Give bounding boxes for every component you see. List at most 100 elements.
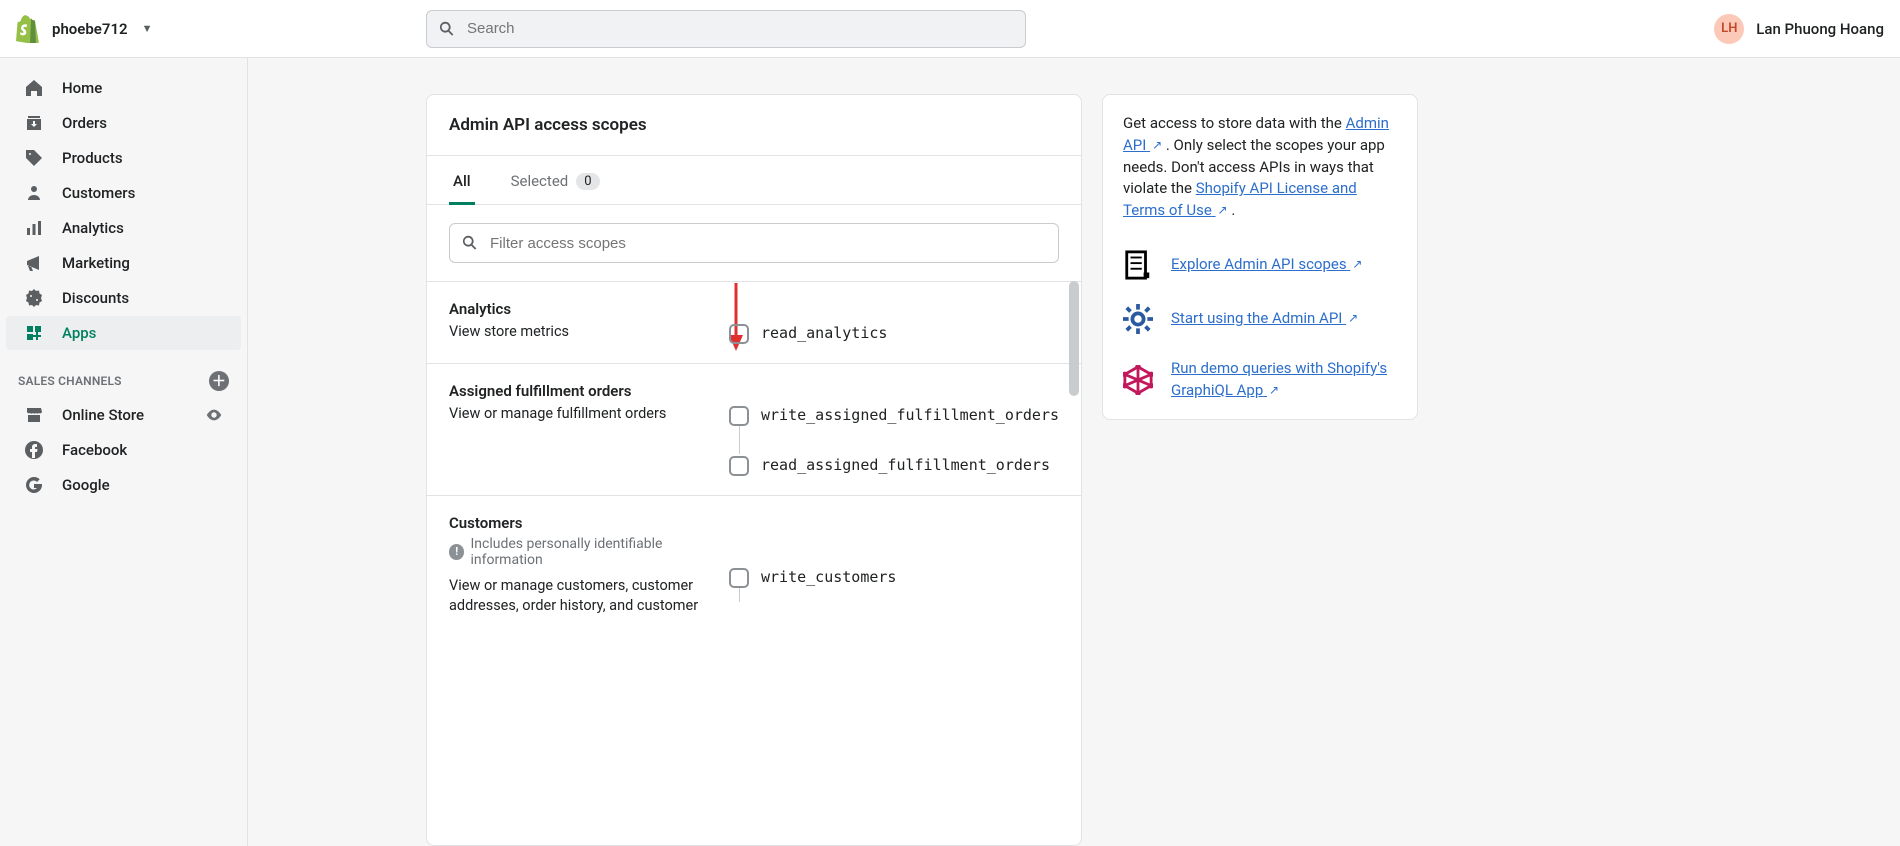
sidebar-item-marketing[interactable]: Marketing — [6, 246, 241, 280]
google-icon — [24, 475, 44, 495]
scope-checkbox-read-assigned-fulfillment[interactable] — [729, 456, 749, 476]
external-link-icon — [1216, 201, 1228, 219]
sidebar-item-discounts[interactable]: Discounts — [6, 281, 241, 315]
scope-row: read_analytics — [729, 322, 1059, 345]
sidebar-item-analytics[interactable]: Analytics — [6, 211, 241, 245]
shopify-logo-icon — [16, 15, 40, 43]
sidebar-item-label: Marketing — [62, 254, 130, 272]
pii-notice: ! Includes personally identifiable infor… — [449, 536, 729, 568]
apps-icon — [24, 323, 44, 343]
sidebar-item-facebook[interactable]: Facebook — [6, 433, 241, 467]
scope-group-customers: Customers ! Includes personally identifi… — [427, 495, 1081, 635]
sidebar-item-apps[interactable]: Apps — [6, 316, 241, 350]
search — [426, 10, 1026, 48]
sidebar-item-label: Facebook — [62, 441, 127, 459]
sidebar-item-label: Orders — [62, 114, 107, 132]
scope-name: read_analytics — [761, 322, 887, 345]
tab-all[interactable]: All — [449, 156, 475, 205]
scope-checkbox-write-customers[interactable] — [729, 568, 749, 588]
sidebar-item-customers[interactable]: Customers — [6, 176, 241, 210]
sidebar-item-google[interactable]: Google — [6, 468, 241, 502]
scope-name: write_customers — [761, 566, 896, 589]
store-name: phoebe712 — [52, 20, 128, 38]
filter — [427, 205, 1081, 281]
external-link-icon — [1350, 255, 1362, 273]
user-name: Lan Phuong Hoang — [1756, 20, 1884, 38]
info-icon: ! — [449, 544, 464, 560]
scope-checkbox-read-analytics[interactable] — [729, 324, 749, 344]
sidebar-section-label: SALES CHANNELS — [18, 374, 122, 388]
scope-row: write_assigned_fulfillment_orders — [729, 404, 1059, 427]
scope-name: read_assigned_fulfillment_orders — [761, 454, 1050, 477]
search-icon — [461, 234, 479, 252]
scope-group-title: Analytics — [449, 300, 729, 318]
scope-row: read_assigned_fulfillment_orders — [729, 454, 1059, 477]
external-link-icon — [1346, 309, 1358, 327]
scope-checkbox-write-assigned-fulfillment[interactable] — [729, 406, 749, 426]
sidebar: Home Orders Products Customers Analytics… — [0, 58, 248, 846]
access-scopes-card: Admin API access scopes All Selected 0 — [426, 94, 1082, 846]
person-icon — [24, 183, 44, 203]
discount-icon — [24, 288, 44, 308]
selected-count-badge: 0 — [576, 173, 599, 190]
card-title: Admin API access scopes — [427, 95, 1081, 156]
link-graphiql-app[interactable]: Run demo queries with Shopify's GraphiQL… — [1171, 358, 1397, 402]
avatar: LH — [1714, 14, 1744, 44]
help-link-row: Run demo queries with Shopify's GraphiQL… — [1123, 358, 1397, 402]
content: Admin API access scopes All Selected 0 — [248, 58, 1900, 846]
link-explore-scopes[interactable]: Explore Admin API scopes — [1171, 254, 1362, 276]
user-menu[interactable]: LH Lan Phuong Hoang — [1714, 14, 1884, 44]
store-switcher[interactable]: phoebe712 ▼ — [16, 15, 152, 43]
orders-icon — [24, 113, 44, 133]
analytics-icon — [24, 218, 44, 238]
store-icon — [24, 405, 44, 425]
link-start-using-api[interactable]: Start using the Admin API — [1171, 308, 1358, 330]
scope-group-desc: View or manage fulfillment orders — [449, 404, 729, 424]
sidebar-item-online-store[interactable]: Online Store — [6, 398, 241, 432]
topbar: phoebe712 ▼ LH Lan Phuong Hoang — [0, 0, 1900, 58]
scope-name: write_assigned_fulfillment_orders — [761, 404, 1059, 427]
scrollbar[interactable] — [1069, 281, 1079, 845]
sidebar-item-label: Google — [62, 476, 110, 494]
scope-group-title: Customers — [449, 514, 729, 532]
home-icon — [24, 78, 44, 98]
megaphone-icon — [24, 253, 44, 273]
sidebar-item-label: Analytics — [62, 219, 124, 237]
tabs: All Selected 0 — [427, 156, 1081, 205]
graphql-pixel-icon — [1123, 365, 1153, 395]
scope-row: write_customers — [729, 566, 1059, 589]
scope-connector — [739, 588, 740, 602]
scope-group-desc: View store metrics — [449, 322, 729, 342]
help-link-row: Explore Admin API scopes — [1123, 250, 1397, 280]
scroll-icon — [1123, 250, 1153, 280]
sidebar-item-label: Products — [62, 149, 123, 167]
add-channel-button[interactable]: ＋ — [209, 371, 229, 391]
scope-group-desc: View or manage customers, customer addre… — [449, 576, 729, 617]
help-link-row: Start using the Admin API — [1123, 304, 1397, 334]
sidebar-item-label: Customers — [62, 184, 135, 202]
facebook-icon — [24, 440, 44, 460]
tab-selected-label: Selected — [511, 172, 569, 190]
search-icon — [438, 20, 456, 38]
tag-icon — [24, 148, 44, 168]
external-link-icon — [1267, 381, 1279, 399]
sidebar-item-label: Discounts — [62, 289, 129, 307]
scope-group-assigned-fulfillment: Assigned fulfillment orders View or mana… — [427, 363, 1081, 495]
caret-down-icon: ▼ — [142, 22, 153, 35]
sidebar-item-orders[interactable]: Orders — [6, 106, 241, 140]
tab-selected[interactable]: Selected 0 — [507, 156, 604, 204]
search-input[interactable] — [426, 10, 1026, 48]
sidebar-item-label: Apps — [62, 324, 96, 342]
external-link-icon — [1150, 136, 1162, 154]
scope-group-analytics: Analytics View store metrics read_analyt… — [427, 281, 1081, 363]
scope-connector — [739, 426, 740, 454]
filter-input[interactable] — [449, 223, 1059, 263]
help-text: Get access to store data with the Admin … — [1123, 113, 1397, 222]
scope-group-title: Assigned fulfillment orders — [449, 382, 729, 400]
sidebar-item-home[interactable]: Home — [6, 71, 241, 105]
sidebar-section-sales-channels: SALES CHANNELS ＋ — [0, 351, 247, 397]
sidebar-item-products[interactable]: Products — [6, 141, 241, 175]
scopes-list: Analytics View store metrics read_analyt… — [427, 281, 1081, 845]
view-store-icon[interactable] — [205, 406, 223, 424]
help-card: Get access to store data with the Admin … — [1102, 94, 1418, 420]
